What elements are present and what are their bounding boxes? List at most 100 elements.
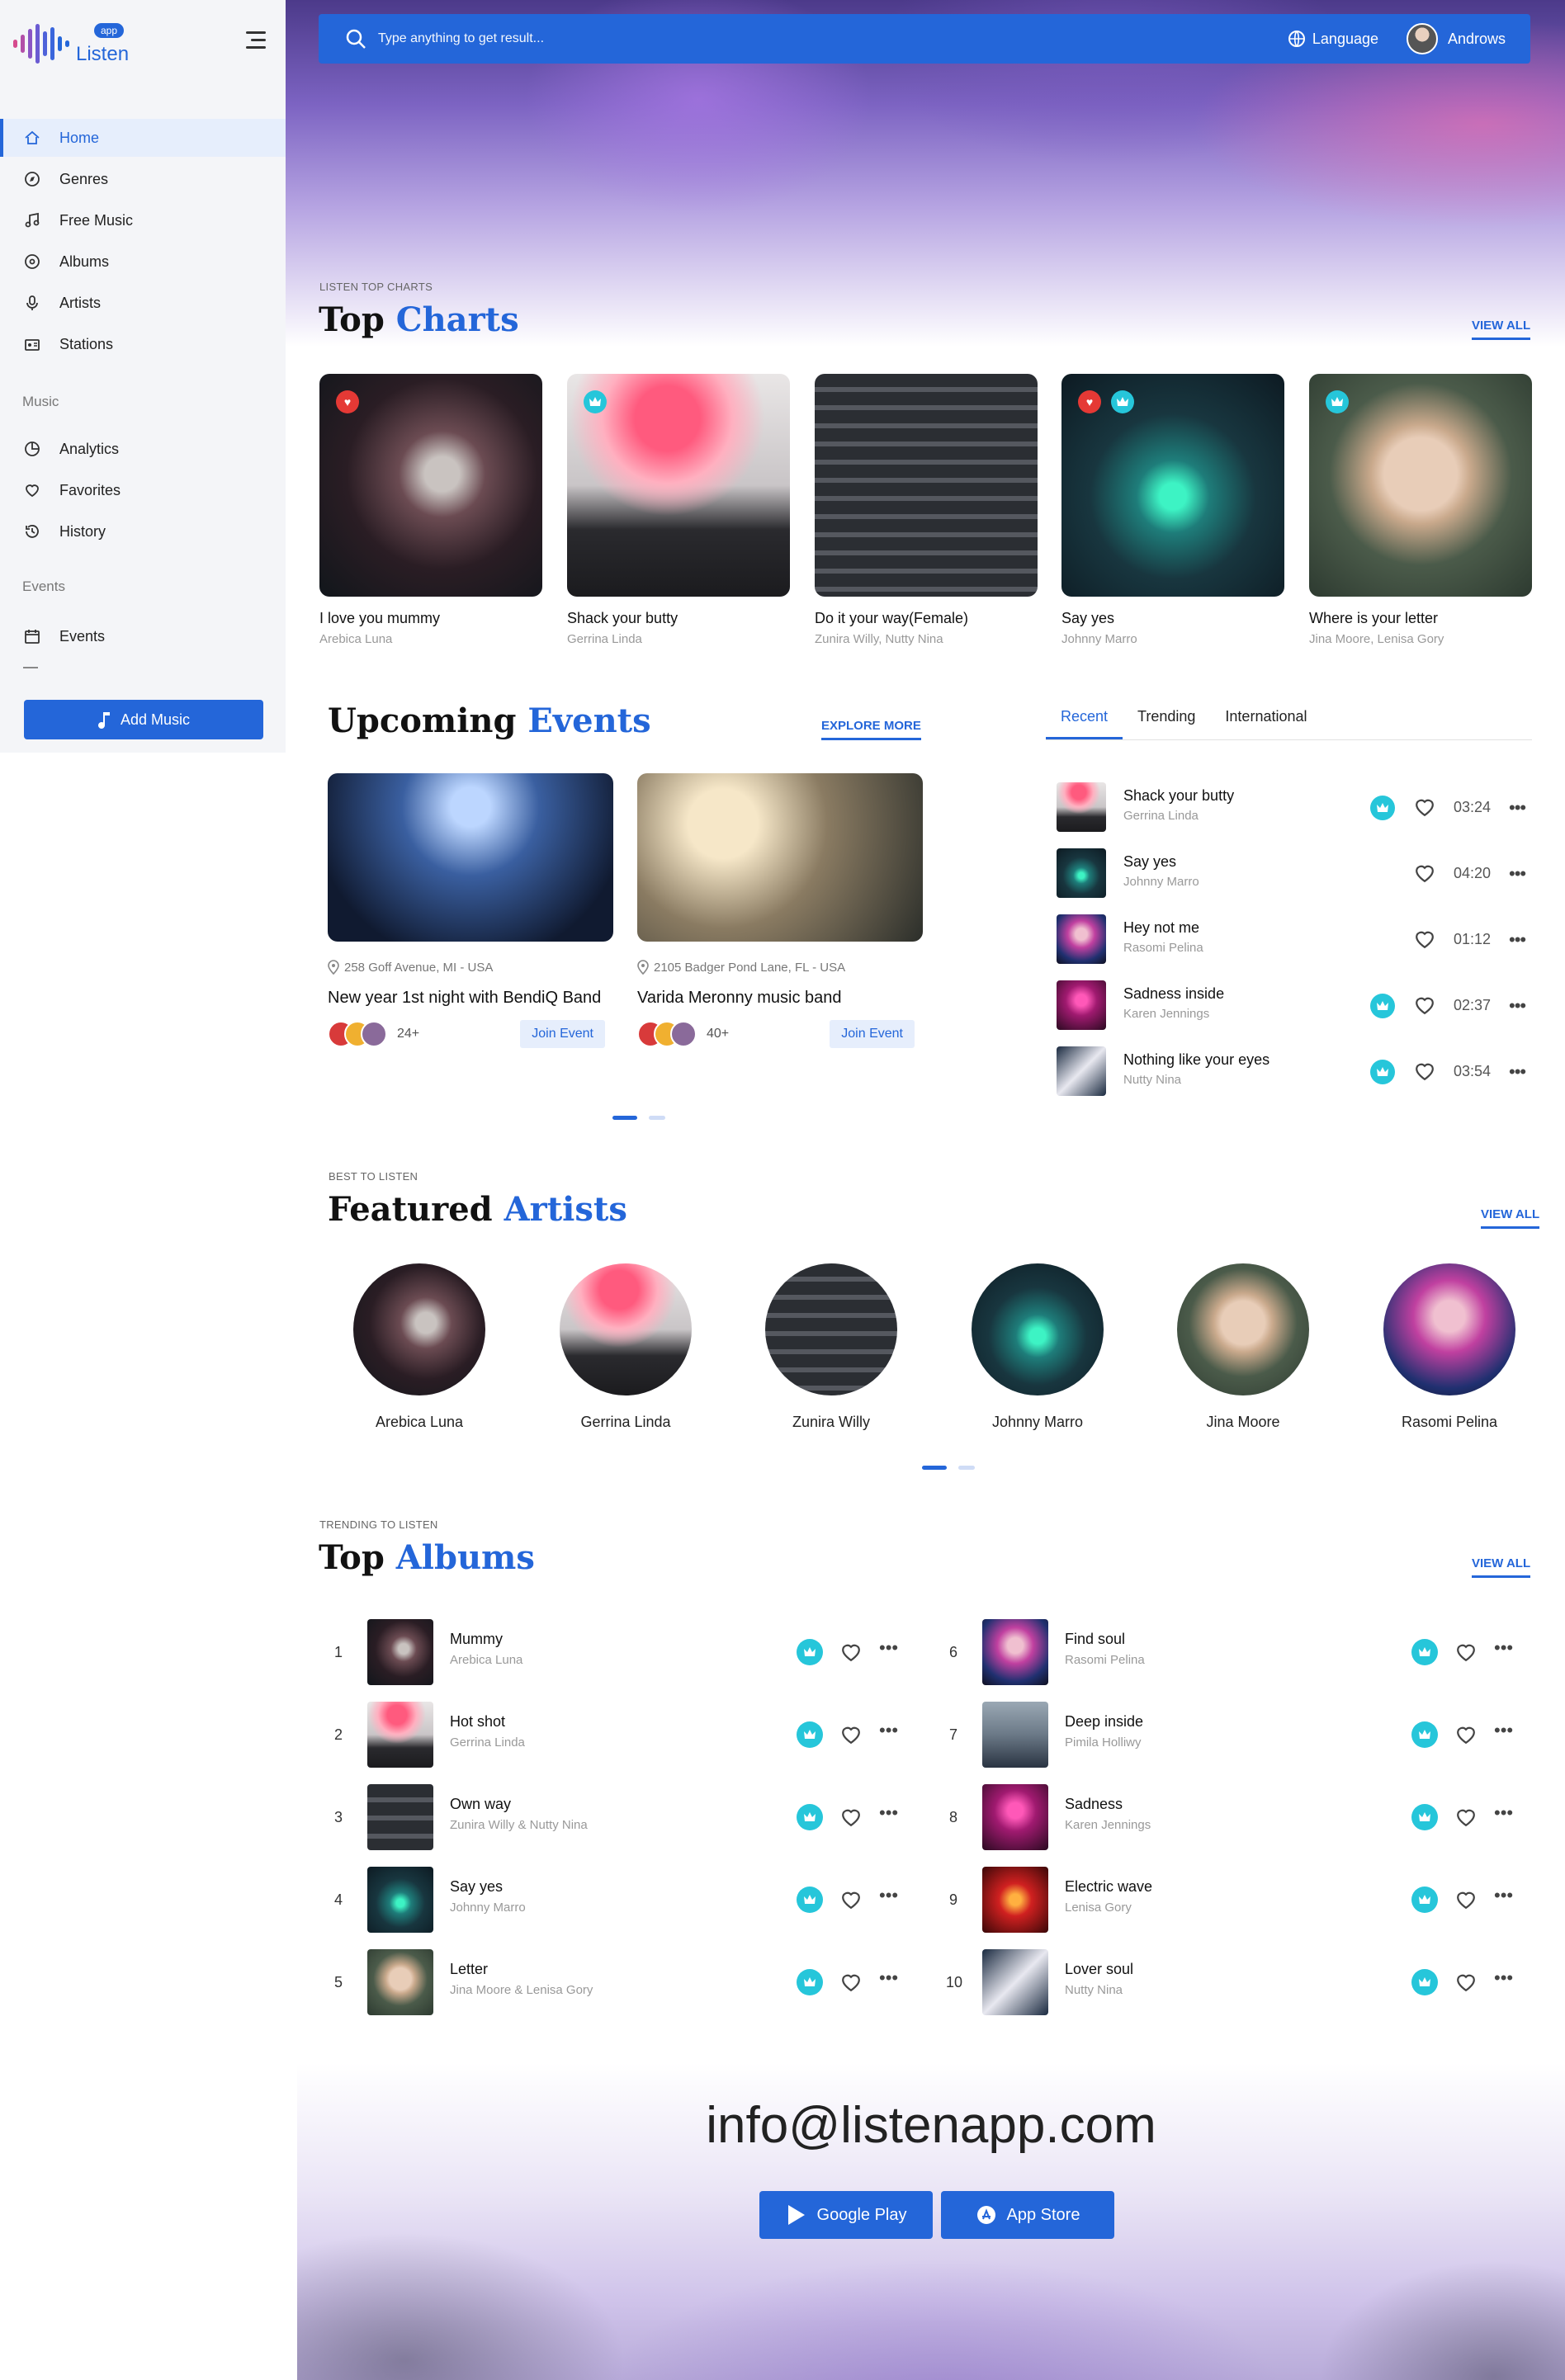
more-options-icon[interactable]: ••• [1509,995,1526,1017]
album-row[interactable]: 2 Hot shot Gerrina Linda ••• [334,1695,937,1778]
heart-icon[interactable] [1454,1806,1478,1829]
album-row[interactable]: 3 Own way Zunira Willy & Nutty Nina ••• [334,1778,937,1860]
artist-avatar[interactable] [1177,1263,1309,1395]
app-store-button[interactable]: App Store [941,2191,1114,2239]
albums-view-all-link[interactable]: VIEW ALL [1472,1556,1531,1578]
track-thumbnail[interactable] [1057,848,1106,898]
logo[interactable]: app Listen [13,21,129,66]
album-row[interactable]: 8 Sadness Karen Jennings ••• [949,1778,1552,1860]
event-image[interactable] [328,773,613,942]
artist-avatar[interactable] [972,1263,1104,1395]
chart-card[interactable]: ♥ Say yes Johnny Marro [1061,374,1284,646]
track-thumbnail[interactable] [1057,914,1106,964]
search-bar[interactable]: Type anything to get result... Language … [319,14,1530,64]
artist-avatar[interactable] [765,1263,897,1395]
chart-cover-image[interactable] [1309,374,1532,597]
more-options-icon[interactable]: ••• [1494,1967,1513,1989]
album-cover[interactable] [367,1702,433,1768]
more-options-icon[interactable]: ••• [1494,1637,1513,1659]
album-row[interactable]: 5 Letter Jina Moore & Lenisa Gory ••• [334,1943,937,2025]
menu-toggle-icon[interactable] [246,31,266,50]
google-play-button[interactable]: Google Play [759,2191,933,2239]
sidebar-item-favorites[interactable]: Favorites [0,471,286,509]
artist-avatar[interactable] [353,1263,485,1395]
event-image[interactable] [637,773,923,942]
heart-icon[interactable] [1413,862,1436,885]
tab-trending[interactable]: Trending [1123,708,1210,739]
album-cover[interactable] [982,1784,1048,1850]
track-thumbnail[interactable] [1057,782,1106,832]
sidebar-item-history[interactable]: History [0,512,286,550]
artist-avatar[interactable] [560,1263,692,1395]
search-input[interactable]: Type anything to get result... [378,31,544,46]
album-row[interactable]: 10 Lover soul Nutty Nina ••• [946,1943,1552,2025]
heart-icon[interactable] [1413,1060,1436,1083]
more-options-icon[interactable]: ••• [1494,1885,1513,1906]
track-thumbnail[interactable] [1057,1046,1106,1096]
heart-icon[interactable] [1454,1641,1478,1664]
artist-card[interactable]: Gerrina Linda [560,1263,692,1431]
sidebar-item-home[interactable]: Home [0,119,286,157]
more-options-icon[interactable]: ••• [879,1802,898,1824]
album-cover[interactable] [982,1702,1048,1768]
track-thumbnail[interactable] [1057,980,1106,1030]
album-cover[interactable] [982,1619,1048,1685]
album-row[interactable]: 6 Find soul Rasomi Pelina ••• [949,1613,1552,1695]
artist-card[interactable]: Jina Moore [1177,1263,1309,1431]
heart-icon[interactable] [839,1971,863,1994]
album-cover[interactable] [367,1619,433,1685]
sidebar-item-stations[interactable]: Stations [0,325,286,363]
heart-icon[interactable] [1413,928,1436,951]
album-row[interactable]: 4 Say yes Johnny Marro ••• [334,1860,937,1943]
sidebar-item-albums[interactable]: Albums [0,243,286,281]
tab-international[interactable]: International [1210,708,1322,739]
recent-track-row[interactable]: Shack your butty Gerrina Linda 03:24 ••• [1057,776,1535,833]
album-cover[interactable] [367,1784,433,1850]
sidebar-item-artists[interactable]: Artists [0,284,286,322]
more-options-icon[interactable]: ••• [879,1720,898,1741]
chart-card[interactable]: ♥ I love you mummy Arebica Luna [319,374,542,646]
artist-card[interactable]: Zunira Willy [765,1263,897,1431]
heart-icon[interactable] [1454,1971,1478,1994]
album-row[interactable]: 1 Mummy Arebica Luna ••• [334,1613,937,1695]
recent-track-row[interactable]: Say yes Johnny Marro 04:20 ••• [1057,842,1535,900]
event-card[interactable]: 258 Goff Avenue, MI - USA New year 1st n… [328,773,613,1051]
join-event-button[interactable]: Join Event [520,1020,605,1048]
heart-icon[interactable] [839,1723,863,1746]
sidebar-item-genres[interactable]: Genres [0,160,286,198]
language-selector[interactable]: Language [1288,30,1378,48]
heart-icon[interactable] [1413,796,1436,819]
more-options-icon[interactable]: ••• [1509,1061,1526,1083]
chart-cover-image[interactable]: ♥ [319,374,542,597]
user-menu[interactable]: Androws [1406,23,1506,54]
chart-cover-image[interactable] [815,374,1038,597]
album-cover[interactable] [982,1867,1048,1933]
chart-card[interactable]: Where is your letter Jina Moore, Lenisa … [1309,374,1532,646]
more-options-icon[interactable]: ••• [879,1967,898,1989]
album-cover[interactable] [982,1949,1048,2015]
recent-track-row[interactable]: Sadness inside Karen Jennings 02:37 ••• [1057,974,1535,1032]
sidebar-item-events[interactable]: Events [0,617,286,655]
add-music-button[interactable]: Add Music [24,700,263,739]
chart-cover-image[interactable]: ♥ [1061,374,1284,597]
recent-track-row[interactable]: Hey not me Rasomi Pelina 01:12 ••• [1057,908,1535,966]
chart-card[interactable]: Do it your way(Female) Zunira Willy, Nut… [815,374,1038,646]
sidebar-item-free-music[interactable]: Free Music [0,201,286,239]
heart-icon[interactable] [1454,1723,1478,1746]
artist-card[interactable]: Arebica Luna [353,1263,485,1431]
heart-icon[interactable] [839,1806,863,1829]
contact-email[interactable]: info@listenapp.com [297,2096,1565,2155]
explore-more-link[interactable]: EXPLORE MORE [821,719,921,740]
more-options-icon[interactable]: ••• [879,1885,898,1906]
heart-icon[interactable] [839,1888,863,1911]
album-row[interactable]: 7 Deep inside Pimila Holliwy ••• [949,1695,1552,1778]
artist-card[interactable]: Johnny Marro [972,1263,1104,1431]
more-options-icon[interactable]: ••• [1494,1720,1513,1741]
more-options-icon[interactable]: ••• [1509,797,1526,819]
heart-icon[interactable] [1454,1888,1478,1911]
top-charts-view-all-link[interactable]: VIEW ALL [1472,319,1531,340]
album-cover[interactable] [367,1867,433,1933]
heart-icon[interactable] [839,1641,863,1664]
event-card[interactable]: 2105 Badger Pond Lane, FL - USA Varida M… [637,773,923,1051]
artist-card[interactable]: Rasomi Pelina [1383,1263,1515,1431]
